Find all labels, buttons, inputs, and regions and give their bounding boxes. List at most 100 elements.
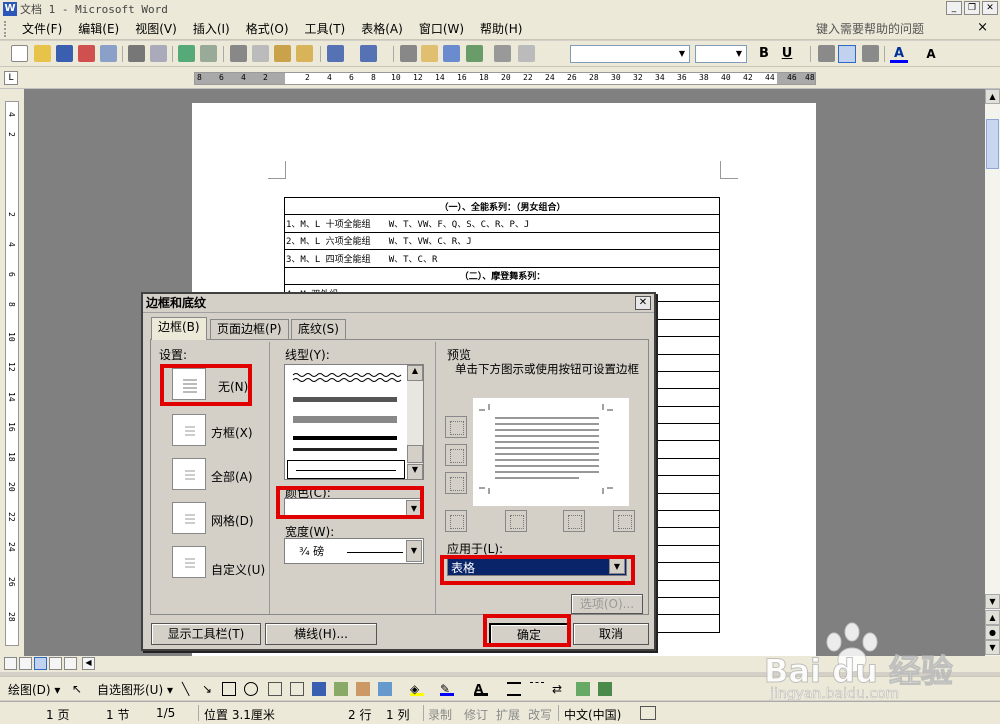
setting-all-label[interactable]: 全部(A) bbox=[211, 468, 253, 485]
align-center-button[interactable] bbox=[838, 45, 856, 63]
spelling-status-icon[interactable] bbox=[640, 706, 656, 720]
apply-to-select[interactable]: 表格 ▼ bbox=[447, 556, 627, 576]
tab-page-border[interactable]: 页面边框(P) bbox=[210, 319, 289, 339]
draw-menu[interactable]: 绘图(D) ▾ bbox=[8, 681, 60, 698]
bold-button[interactable]: B bbox=[755, 45, 773, 63]
table-row[interactable]: （一）、全能系列：（男女组合） bbox=[284, 196, 720, 216]
scroll-up-icon[interactable]: ▲ bbox=[985, 89, 1000, 104]
font-size-combo[interactable]: ▼ bbox=[695, 45, 747, 63]
horizontal-ruler[interactable]: 8 6 4 2 2 4 6 8 10 12 14 16 18 20 22 24 … bbox=[194, 72, 816, 85]
research-icon[interactable] bbox=[200, 45, 217, 62]
print-view-icon[interactable] bbox=[34, 657, 47, 670]
chevron-down-icon[interactable]: ▼ bbox=[406, 500, 422, 516]
style-list-scrollbar[interactable]: ▲ ▼ bbox=[407, 365, 423, 479]
save-icon[interactable] bbox=[56, 45, 73, 62]
menu-edit[interactable]: 编辑(E) bbox=[70, 20, 127, 37]
width-select[interactable]: ¾ 磅 ▼ bbox=[284, 538, 424, 564]
dialog-close-icon[interactable]: ✕ bbox=[635, 296, 651, 310]
show-toolbar-button[interactable]: 显示工具栏(T) bbox=[151, 623, 261, 645]
horizontal-scrollbar[interactable]: ◀ bbox=[0, 656, 1000, 672]
tab-borders[interactable]: 边框(B) bbox=[151, 317, 207, 340]
rectangle-icon[interactable] bbox=[222, 682, 236, 696]
cut-icon[interactable] bbox=[230, 45, 247, 62]
print-icon[interactable] bbox=[128, 45, 145, 62]
inside-vertical-border-icon[interactable] bbox=[563, 510, 585, 532]
help-question-input[interactable]: 键入需要帮助的问题 bbox=[816, 20, 966, 38]
diagonal-up-border-icon[interactable] bbox=[613, 510, 635, 532]
vertical-textbox-icon[interactable] bbox=[290, 682, 304, 696]
menu-help[interactable]: 帮助(H) bbox=[472, 20, 530, 37]
select-pointer-icon[interactable]: ↖ bbox=[72, 682, 86, 696]
left-border-icon[interactable] bbox=[505, 510, 527, 532]
columns-icon[interactable] bbox=[494, 45, 511, 62]
setting-none-label[interactable]: 无(N) bbox=[218, 378, 248, 395]
paste-icon[interactable] bbox=[274, 45, 291, 62]
diagram-icon[interactable] bbox=[334, 682, 348, 696]
status-track[interactable]: 修订 bbox=[464, 706, 488, 723]
textbox-icon[interactable] bbox=[268, 682, 282, 696]
new-document-icon[interactable] bbox=[11, 45, 28, 62]
dash-style-icon[interactable] bbox=[530, 682, 544, 696]
permission-icon[interactable] bbox=[78, 45, 95, 62]
ok-button[interactable]: 确定 bbox=[489, 623, 569, 645]
line-icon[interactable]: ╲ bbox=[182, 682, 196, 696]
setting-custom-label[interactable]: 自定义(U) bbox=[211, 561, 265, 578]
tables-borders-icon[interactable] bbox=[421, 45, 438, 62]
restore-button[interactable]: ❐ bbox=[964, 1, 980, 15]
status-extend[interactable]: 扩展 bbox=[496, 706, 520, 723]
fill-color-icon[interactable]: ◈ bbox=[410, 682, 424, 696]
arrow-style-icon[interactable]: ⇄ bbox=[552, 682, 566, 696]
oval-icon[interactable] bbox=[244, 682, 258, 696]
table-row[interactable]: （二）、摩登舞系列： bbox=[284, 266, 720, 285]
table-row[interactable]: 2、M、L 六项全能组 W、T、VW、C、R、J bbox=[284, 231, 720, 251]
align-left-icon[interactable] bbox=[818, 45, 835, 62]
minimize-button[interactable]: _ bbox=[946, 1, 962, 15]
menu-insert[interactable]: 插入(I) bbox=[185, 20, 238, 37]
menu-window[interactable]: 窗口(W) bbox=[411, 20, 472, 37]
menu-view[interactable]: 视图(V) bbox=[127, 20, 185, 37]
scroll-thumb[interactable] bbox=[986, 119, 999, 169]
style-combo[interactable]: ▼ bbox=[570, 45, 690, 63]
line-style-icon[interactable] bbox=[507, 682, 521, 696]
setting-all-icon[interactable] bbox=[172, 458, 206, 490]
cancel-button[interactable]: 取消 bbox=[573, 623, 649, 645]
menu-file[interactable]: 文件(F) bbox=[14, 20, 70, 37]
grow-font-button[interactable]: A bbox=[922, 45, 940, 63]
scroll-down-icon[interactable]: ▼ bbox=[985, 594, 1000, 609]
inside-horizontal-border-icon[interactable] bbox=[445, 444, 467, 466]
browse-object-icon[interactable]: ● bbox=[985, 625, 1000, 640]
horizontal-line-button[interactable]: 横线(H)... bbox=[265, 623, 377, 645]
3d-icon[interactable] bbox=[598, 682, 612, 696]
drawing-icon[interactable] bbox=[518, 45, 535, 62]
menu-format[interactable]: 格式(O) bbox=[238, 20, 297, 37]
setting-box-label[interactable]: 方框(X) bbox=[211, 424, 253, 441]
color-select[interactable]: ▼ bbox=[284, 498, 424, 518]
picture-icon[interactable] bbox=[378, 682, 392, 696]
insert-table-icon[interactable] bbox=[443, 45, 460, 62]
tab-shading[interactable]: 底纹(S) bbox=[291, 319, 346, 339]
underline-button[interactable]: U bbox=[778, 45, 796, 63]
normal-view-icon[interactable] bbox=[4, 657, 17, 670]
options-button[interactable]: 选项(O)... bbox=[571, 594, 643, 614]
vertical-ruler[interactable]: 4 2 2 4 6 8 10 12 14 16 18 20 22 24 26 2… bbox=[5, 101, 19, 646]
doc-close-icon[interactable]: × bbox=[977, 20, 988, 35]
undo-icon[interactable] bbox=[327, 45, 344, 62]
reading-view-icon[interactable] bbox=[64, 657, 77, 670]
font-color-draw-icon[interactable]: A bbox=[474, 682, 488, 696]
table-row[interactable]: 3、M、L 四项全能组 W、T、C、R bbox=[284, 249, 720, 268]
menu-table[interactable]: 表格(A) bbox=[353, 20, 411, 37]
chevron-down-icon[interactable]: ▼ bbox=[406, 540, 422, 562]
status-record[interactable]: 录制 bbox=[428, 706, 452, 723]
scroll-left-icon[interactable]: ◀ bbox=[82, 657, 95, 670]
redo-icon[interactable] bbox=[360, 45, 377, 62]
setting-grid-label[interactable]: 网格(D) bbox=[211, 512, 254, 529]
wordart-icon[interactable] bbox=[312, 682, 326, 696]
web-view-icon[interactable] bbox=[19, 657, 32, 670]
menu-grip[interactable] bbox=[4, 20, 10, 37]
format-painter-icon[interactable] bbox=[296, 45, 313, 62]
shadow-icon[interactable] bbox=[576, 682, 590, 696]
status-overtype[interactable]: 改写 bbox=[528, 706, 552, 723]
hyperlink-icon[interactable] bbox=[400, 45, 417, 62]
preview-box[interactable] bbox=[473, 398, 629, 506]
print-preview-icon[interactable] bbox=[150, 45, 167, 62]
